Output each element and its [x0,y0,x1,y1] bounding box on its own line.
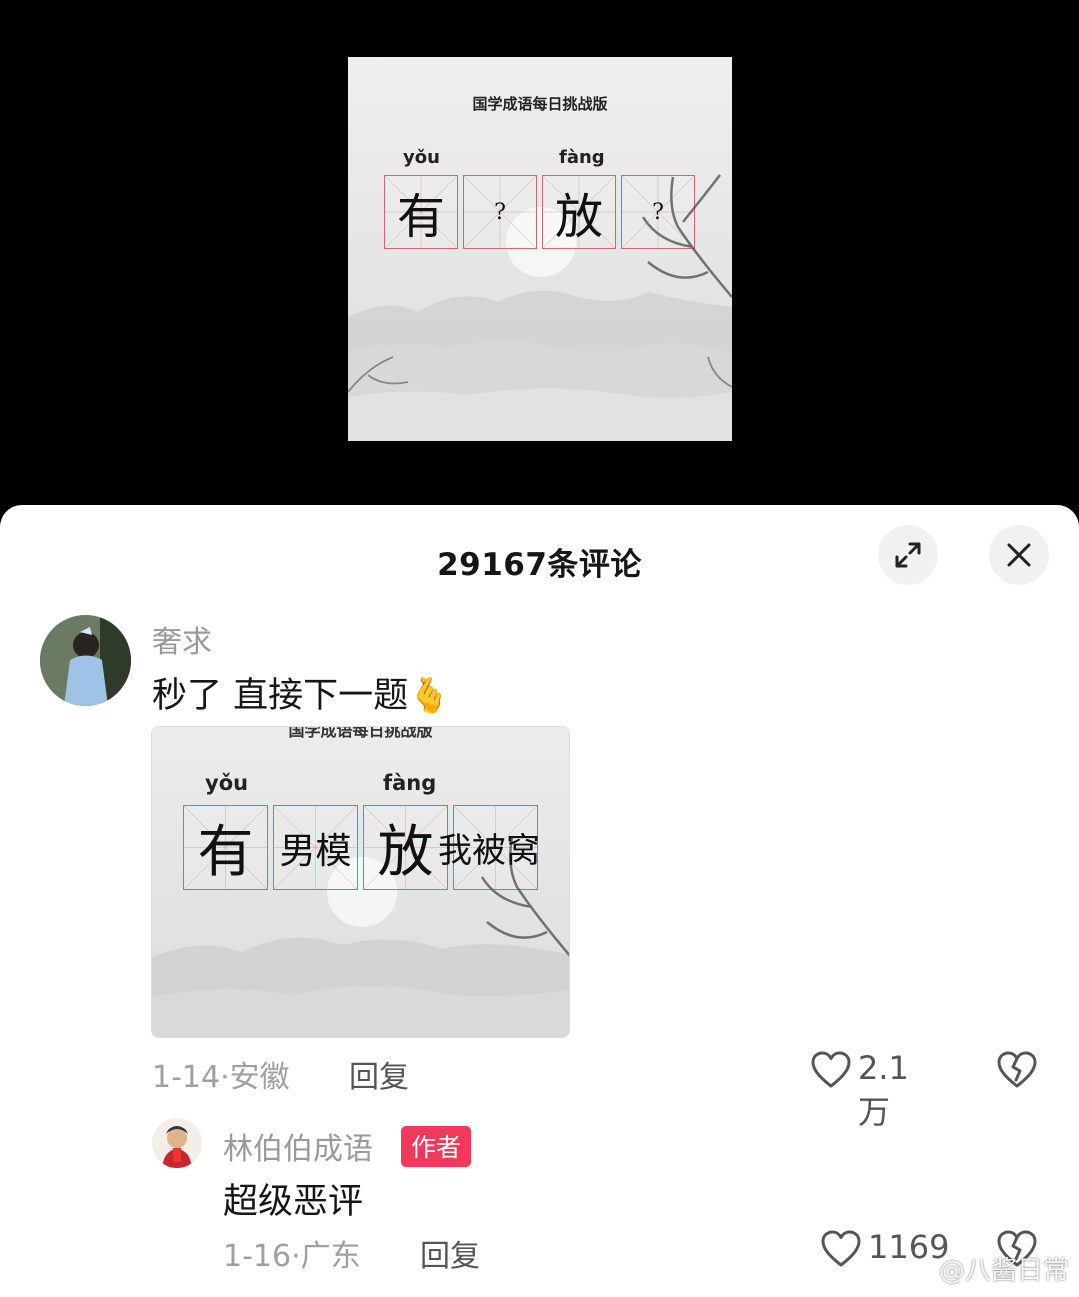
weibo-watermark: @八酱日常 [938,1256,1069,1286]
close-icon [1007,543,1031,567]
like-button[interactable]: 2.1万 [808,1049,938,1131]
like-button[interactable]: 1169 [818,1228,950,1272]
comments-panel: 29167条评论 奢求 秒了 直接下一题🫰 国学成语每日挑战版 yǒu fàng… [0,505,1079,1297]
close-button[interactable] [989,525,1049,585]
comment-text: 超级恶评 [223,1182,364,1222]
dislike-button[interactable] [996,1050,1038,1092]
like-count: 2.1万 [858,1049,909,1131]
author-badge: 作者 [401,1126,472,1167]
comment-username[interactable]: 林伯伯成语 [223,1124,373,1168]
expand-icon [895,542,921,568]
heart-outline-icon [811,1051,851,1088]
comment-image-attachment[interactable]: 国学成语每日挑战版 yǒu fàng 有 男模 放 我被窝 [151,726,570,1038]
expand-button[interactable] [878,525,938,585]
reply-button[interactable]: 回复 [420,1231,480,1275]
avatar[interactable] [40,615,131,706]
comment-text: 秒了 直接下一题🫰 [152,676,451,716]
avatar[interactable] [152,1118,202,1168]
like-count: 1169 [868,1228,950,1266]
video-area[interactable]: 国学成语每日挑战版 yǒu fàng 有 ? 放 ? [0,0,1079,520]
puzzle-image: 国学成语每日挑战版 yǒu fàng 有 ? 放 ? [348,57,732,441]
heart-outline-icon [821,1230,861,1267]
comment-username[interactable]: 奢求 [152,617,212,661]
comment-meta: 1-16·广东 [223,1239,361,1274]
broken-heart-icon [997,1051,1037,1088]
ink-landscape [348,174,732,441]
finger-heart-emoji: 🫰 [408,676,451,716]
reply-button[interactable]: 回复 [349,1052,409,1096]
comment-meta: 1-14·安徽 [152,1060,290,1095]
